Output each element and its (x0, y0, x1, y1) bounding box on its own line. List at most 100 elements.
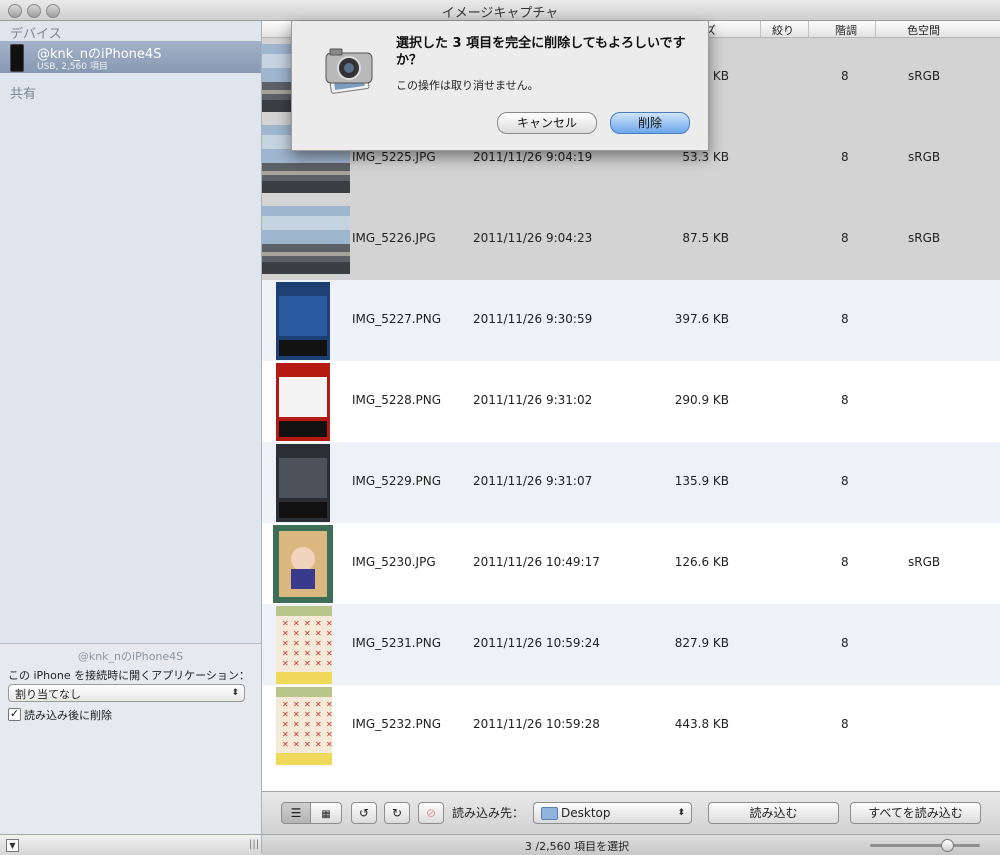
svg-text:✕: ✕ (304, 639, 311, 648)
delete-button[interactable]: 削除 (610, 112, 690, 134)
table-row[interactable]: ✕ ✕ ✕ ✕ ✕ ✕ ✕ ✕ ✕ ✕ ✕ ✕ ✕ ✕ ✕ ✕ ✕ ✕ ✕ ✕ ✕ ✕ ✕ ✕ ✕ IMG_5231.PNG 201… (262, 604, 1000, 685)
date-cell: 2011/11/26 9:04:19 (473, 150, 593, 164)
svg-text:✕: ✕ (293, 659, 300, 668)
table-row[interactable]: IMG_5226.JPG 2011/11/26 9:04:23 87.5 KB 8 sR… (262, 199, 1000, 280)
bit-depth-cell: 8 (841, 636, 849, 650)
bit-depth-cell: 8 (841, 555, 849, 569)
svg-text:✕: ✕ (293, 720, 300, 729)
file-name-cell: IMG_5232.PNG (352, 717, 442, 731)
folder-icon (541, 807, 558, 820)
open-app-value: 割り当てなし (15, 688, 81, 701)
destination-select[interactable]: Desktop ⬍ (533, 802, 692, 824)
color-space-cell: sRGB (908, 69, 941, 83)
import-all-button[interactable]: すべてを読み込む (850, 802, 981, 824)
svg-text:✕: ✕ (304, 619, 311, 628)
svg-text:✕: ✕ (326, 720, 332, 729)
rotate-left-button[interactable]: ↺ (351, 802, 377, 824)
svg-text:✕: ✕ (293, 629, 300, 638)
column-depth[interactable]: 階調 (835, 22, 857, 38)
sidebar-item-device[interactable]: @knk_nのiPhone4S USB, 2,560 項目 (0, 41, 261, 73)
window-title: イメージキャプチャ (441, 6, 559, 21)
file-size-cell: 290.9 KB (674, 393, 729, 407)
date-cell: 2011/11/26 10:59:28 (473, 717, 600, 731)
devices-heading: デバイス (10, 27, 62, 42)
grid-view-button[interactable]: ▦ (310, 802, 342, 824)
title-bar: イメージキャプチャ (0, 0, 1000, 21)
date-cell: 2011/11/26 9:31:07 (473, 474, 593, 488)
import-button[interactable]: 読み込む (708, 802, 839, 824)
action-menu-icon[interactable]: ▼ (6, 839, 19, 852)
rotate-right-button[interactable]: ↻ (384, 802, 410, 824)
bit-depth-cell: 8 (841, 69, 849, 83)
sidebar: デバイス @knk_nのiPhone4S USB, 2,560 項目 共有 @k… (0, 21, 262, 855)
file-size-cell: 53.3 KB (682, 150, 729, 164)
destination-value: Desktop (561, 806, 611, 820)
svg-text:✕: ✕ (326, 710, 332, 719)
table-row[interactable]: IMG_5229.PNG 2011/11/26 9:31:07 135.9 KB 8 (262, 442, 1000, 523)
device-subtitle: USB, 2,560 項目 (37, 62, 108, 72)
thumbnail-size-slider[interactable] (870, 844, 980, 847)
image-thumbnail[interactable] (273, 525, 333, 606)
svg-text:✕: ✕ (326, 730, 332, 739)
bottom-toolbar: ☰ ▦ ↺ ↻ ⊘ 読み込み先： Desktop ⬍ 読み込む すべてを読み込む (262, 791, 1000, 834)
color-space-cell: sRGB (908, 231, 941, 245)
color-space-cell: sRGB (908, 555, 941, 569)
svg-text:✕: ✕ (315, 720, 322, 729)
table-row[interactable]: IMG_5228.PNG 2011/11/26 9:31:02 290.9 KB 8 (262, 361, 1000, 442)
table-row[interactable]: ✕ ✕ ✕ ✕ ✕ ✕ ✕ ✕ ✕ ✕ ✕ ✕ ✕ ✕ ✕ ✕ ✕ ✕ ✕ ✕ ✕ ✕ ✕ ✕ ✕ IMG_5232.PNG 201… (262, 685, 1000, 766)
image-thumbnail[interactable] (276, 444, 330, 525)
file-size-cell: 126.6 KB (674, 555, 729, 569)
delete-toolbar-button[interactable]: ⊘ (418, 802, 444, 824)
svg-text:✕: ✕ (282, 710, 289, 719)
file-name-cell: IMG_5229.PNG (352, 474, 442, 488)
selection-status: 3 /2,560 項目を選択 (524, 840, 630, 853)
image-thumbnail[interactable] (276, 363, 330, 444)
list-view-button[interactable]: ☰ (281, 802, 311, 824)
image-thumbnail[interactable]: ✕ ✕ ✕ ✕ ✕ ✕ ✕ ✕ ✕ ✕ ✕ ✕ ✕ ✕ ✕ ✕ ✕ ✕ ✕ ✕ ✕ ✕ ✕ ✕ ✕ (276, 687, 333, 768)
svg-text:✕: ✕ (282, 629, 289, 638)
table-row[interactable]: IMG_5230.JPG 2011/11/26 10:49:17 126.6 KB 8… (262, 523, 1000, 604)
svg-text:✕: ✕ (293, 649, 300, 658)
file-name-cell: IMG_5230.JPG (352, 555, 436, 569)
slider-knob[interactable] (941, 839, 954, 852)
svg-text:✕: ✕ (315, 649, 322, 658)
image-thumbnail[interactable] (262, 206, 350, 277)
svg-text:✕: ✕ (304, 740, 311, 749)
dialog-title: 選択した 3 項目を完全に削除してもよろしいですか？ (396, 36, 686, 68)
svg-text:✕: ✕ (315, 659, 322, 668)
table-row[interactable]: IMG_5227.PNG 2011/11/26 9:30:59 397.6 KB 8 (262, 280, 1000, 361)
date-cell: 2011/11/26 9:30:59 (473, 312, 593, 326)
svg-text:✕: ✕ (326, 639, 332, 648)
date-cell: 2011/11/26 10:49:17 (473, 555, 600, 569)
list-icon: ☰ (290, 806, 302, 820)
image-thumbnail[interactable] (276, 282, 330, 363)
svg-text:✕: ✕ (304, 700, 311, 709)
bit-depth-cell: 8 (841, 717, 849, 731)
device-settings-panel: @knk_nのiPhone4S この iPhone を接続時に開くアプリケーショ… (0, 643, 261, 834)
svg-text:✕: ✕ (293, 740, 300, 749)
svg-text:✕: ✕ (282, 740, 289, 749)
file-size-cell: 827.9 KB (674, 636, 729, 650)
panel-title: @knk_nのiPhone4S (77, 650, 184, 663)
updown-arrows-icon: ⬍ (677, 808, 685, 818)
cancel-button[interactable]: キャンセル (497, 112, 597, 134)
svg-text:✕: ✕ (326, 629, 332, 638)
svg-text:✕: ✕ (315, 730, 322, 739)
updown-arrows-icon: ⬍ (231, 688, 239, 698)
svg-text:✕: ✕ (282, 659, 289, 668)
column-aperture[interactable]: 絞り (772, 22, 794, 38)
delete-after-import-checkbox[interactable]: ✓ (8, 708, 21, 721)
delete-after-import-label: 読み込み後に削除 (24, 709, 112, 722)
date-cell: 2011/11/26 9:31:02 (473, 393, 593, 407)
svg-text:✕: ✕ (282, 639, 289, 648)
image-thumbnail[interactable]: ✕ ✕ ✕ ✕ ✕ ✕ ✕ ✕ ✕ ✕ ✕ ✕ ✕ ✕ ✕ ✕ ✕ ✕ ✕ ✕ ✕ ✕ ✕ ✕ ✕ (276, 606, 333, 687)
column-color-space[interactable]: 色空間 (907, 22, 940, 38)
resize-grip-icon[interactable]: ||| (249, 839, 259, 850)
bit-depth-cell: 8 (841, 474, 849, 488)
svg-text:✕: ✕ (315, 629, 322, 638)
no-entry-icon: ⊘ (425, 806, 437, 820)
open-app-select[interactable]: 割り当てなし ⬍ (8, 684, 245, 702)
dialog-message: この操作は取り消せません。 (396, 79, 539, 92)
svg-text:✕: ✕ (326, 659, 332, 668)
file-size-cell: 135.9 KB (674, 474, 729, 488)
